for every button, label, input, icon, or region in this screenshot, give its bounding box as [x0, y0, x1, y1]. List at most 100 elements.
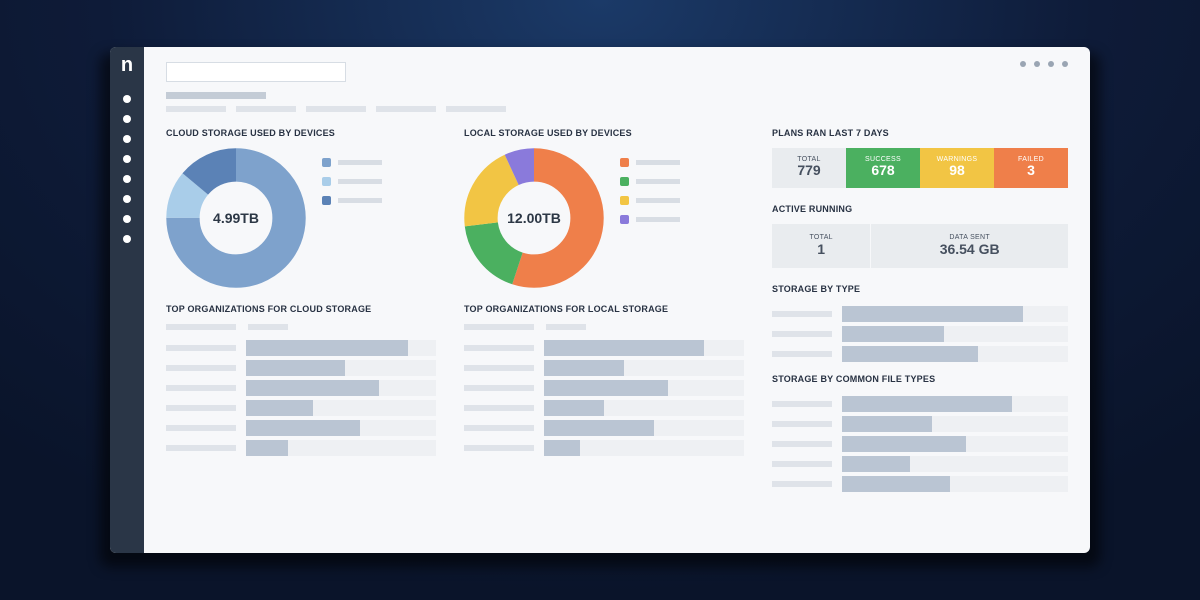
table-row	[464, 398, 744, 418]
sidebar-item[interactable]	[123, 195, 131, 203]
sidebar-item[interactable]	[123, 155, 131, 163]
sidebar: n	[110, 47, 144, 553]
row-label	[464, 385, 534, 391]
bar-cell	[842, 306, 1068, 322]
bar-cell	[246, 420, 436, 436]
legend-item	[620, 177, 680, 186]
active-data-sent[interactable]: DATA SENT 36.54 GB	[871, 224, 1068, 268]
table-row	[166, 418, 436, 438]
legend-item	[620, 215, 680, 224]
legend-label	[338, 160, 382, 165]
table-row	[772, 324, 1068, 344]
bar-cell	[246, 380, 436, 396]
plans-failed[interactable]: FAILED 3	[994, 148, 1068, 188]
bar-cell	[544, 360, 744, 376]
table-row	[166, 438, 436, 458]
row-label	[772, 331, 832, 337]
table-row	[772, 304, 1068, 324]
table-header	[546, 324, 586, 330]
table-row	[772, 414, 1068, 434]
table-row	[772, 434, 1068, 454]
tab[interactable]	[166, 106, 226, 112]
sidebar-item[interactable]	[123, 175, 131, 183]
legend-swatch-icon	[620, 215, 629, 224]
bar-cell	[544, 400, 744, 416]
sidebar-item[interactable]	[123, 215, 131, 223]
logo-icon: n	[121, 55, 133, 75]
row-label	[166, 425, 236, 431]
legend-label	[636, 160, 680, 165]
table-row	[464, 358, 744, 378]
bar-fill	[544, 340, 704, 356]
cloud-legend	[322, 158, 382, 205]
search-input[interactable]	[166, 62, 346, 82]
row-label	[166, 405, 236, 411]
table-header	[166, 324, 236, 330]
window-dot[interactable]	[1048, 61, 1054, 67]
bar-cell	[544, 340, 744, 356]
bar-fill	[544, 420, 654, 436]
tab[interactable]	[306, 106, 366, 112]
sidebar-item[interactable]	[123, 95, 131, 103]
active-total[interactable]: TOTAL 1	[772, 224, 870, 268]
window-controls	[1020, 61, 1068, 67]
row-label	[464, 365, 534, 371]
top-local-title: TOP ORGANIZATIONS FOR LOCAL STORAGE	[464, 304, 744, 314]
table-header	[464, 324, 534, 330]
table-header	[248, 324, 288, 330]
local-legend	[620, 158, 680, 224]
row-label	[772, 481, 832, 487]
bar-cell	[246, 360, 436, 376]
storage-file-title: STORAGE BY COMMON FILE TYPES	[772, 374, 1068, 384]
top-cloud-table	[166, 324, 436, 458]
tab[interactable]	[236, 106, 296, 112]
bar-fill	[544, 360, 624, 376]
row-label	[166, 345, 236, 351]
legend-item	[620, 196, 680, 205]
legend-item	[322, 158, 382, 167]
table-row	[772, 394, 1068, 414]
table-row	[166, 358, 436, 378]
row-label	[166, 445, 236, 451]
bar-cell	[544, 440, 744, 456]
plans-success[interactable]: SUCCESS 678	[846, 148, 920, 188]
bar-cell	[842, 346, 1068, 362]
bar-fill	[246, 420, 360, 436]
top-local-table	[464, 324, 744, 458]
storage-type-table	[772, 304, 1068, 364]
storage-type-title: STORAGE BY TYPE	[772, 284, 1068, 294]
legend-swatch-icon	[620, 158, 629, 167]
table-row	[464, 378, 744, 398]
row-label	[166, 365, 236, 371]
storage-file-table	[772, 394, 1068, 494]
table-row	[166, 398, 436, 418]
row-label	[772, 441, 832, 447]
window-dot[interactable]	[1034, 61, 1040, 67]
row-label	[464, 345, 534, 351]
plans-warnings[interactable]: WARNINGS 98	[920, 148, 994, 188]
table-row	[166, 378, 436, 398]
sidebar-item[interactable]	[123, 115, 131, 123]
plans-total[interactable]: TOTAL 779	[772, 148, 846, 188]
row-label	[464, 425, 534, 431]
table-row	[464, 438, 744, 458]
legend-label	[636, 217, 680, 222]
legend-item	[322, 177, 382, 186]
legend-swatch-icon	[322, 196, 331, 205]
legend-label	[636, 198, 680, 203]
window-dot[interactable]	[1062, 61, 1068, 67]
bar-fill	[246, 440, 288, 456]
bar-fill	[246, 400, 313, 416]
window-dot[interactable]	[1020, 61, 1026, 67]
tab[interactable]	[446, 106, 506, 112]
cloud-donut-chart: 4.99TB	[166, 148, 306, 288]
main-content: CLOUD STORAGE USED BY DEVICES 4.99TB TOP…	[144, 47, 1090, 553]
sidebar-item[interactable]	[123, 235, 131, 243]
bar-fill	[246, 380, 379, 396]
active-stats: TOTAL 1 DATA SENT 36.54 GB	[772, 224, 1068, 268]
bar-cell	[842, 326, 1068, 342]
bar-fill	[246, 360, 345, 376]
sidebar-item[interactable]	[123, 135, 131, 143]
bar-fill	[842, 306, 1023, 322]
tab[interactable]	[376, 106, 436, 112]
